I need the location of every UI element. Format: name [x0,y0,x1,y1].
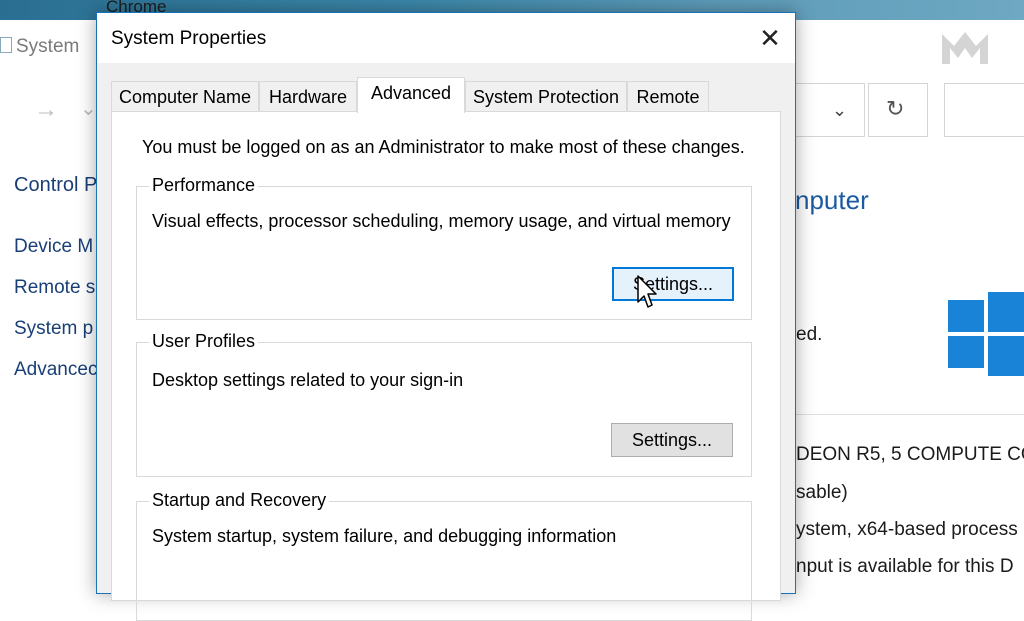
section-divider [796,414,1024,415]
dialog-titlebar[interactable]: System Properties ✕ [97,13,795,63]
sidebar-item-advanced-settings[interactable]: Advancec [14,359,97,381]
processor-text: DEON R5, 5 COMPUTE CO [796,444,1024,465]
pen-touch-text: nput is available for this D [796,556,1014,577]
dialog-title: System Properties [111,28,267,49]
tab-remote[interactable]: Remote [627,81,709,111]
startup-recovery-group-label: Startup and Recovery [149,490,330,511]
user-profiles-description: Desktop settings related to your sign-in [152,370,464,390]
system-window-title: System [0,36,79,58]
tab-hardware[interactable]: Hardware [259,81,357,111]
recent-dropdown-icon[interactable]: ⌄ [80,96,97,121]
user-profiles-group: User Profiles Desktop settings related t… [136,331,752,477]
ram-text: sable) [796,482,848,503]
sidebar-item-system-protection[interactable]: System p [14,318,93,340]
tab-computer-name[interactable]: Computer Name [111,81,259,111]
administrator-note: You must be logged on as an Administrato… [142,137,745,157]
mouse-cursor-icon [637,275,657,308]
channel-logo-icon [942,32,988,64]
search-input[interactable] [944,83,1024,137]
tab-system-protection[interactable]: System Protection [465,81,627,111]
advanced-tab-panel: You must be logged on as an Administrato… [111,111,781,621]
performance-group-label: Performance [149,175,259,196]
startup-recovery-group: Startup and Recovery System startup, sys… [136,490,752,621]
sidebar-item-device-manager[interactable]: Device M [14,236,93,258]
startup-recovery-description: System startup, system failure, and debu… [152,526,617,546]
performance-description: Visual effects, processor scheduling, me… [152,211,731,231]
system-type-text: ystem, x64-based process [796,519,1018,540]
user-profiles-group-label: User Profiles [149,331,259,352]
address-bar[interactable] [796,83,865,137]
address-chevron-down-icon[interactable]: ⌄ [832,100,847,121]
edition-text: ed. [796,324,823,345]
performance-settings-button[interactable]: Settings... [612,267,734,301]
system-properties-dialog: System Properties ✕ Computer Name Hardwa… [96,12,796,621]
system-heading: nputer [795,185,869,215]
sidebar-item-control-panel[interactable]: Control P [14,174,97,197]
performance-group: Performance Visual effects, processor sc… [136,175,752,320]
user-profiles-settings-button[interactable]: Settings... [611,423,733,457]
system-window-title-text: System [16,36,80,57]
system-window-icon [0,37,12,53]
close-icon[interactable]: ✕ [753,21,787,55]
sidebar-item-remote-settings[interactable]: Remote s [14,277,95,299]
refresh-icon[interactable]: ↻ [886,96,904,122]
tab-advanced[interactable]: Advanced [357,77,465,113]
back-arrow-icon[interactable]: → [34,96,58,124]
